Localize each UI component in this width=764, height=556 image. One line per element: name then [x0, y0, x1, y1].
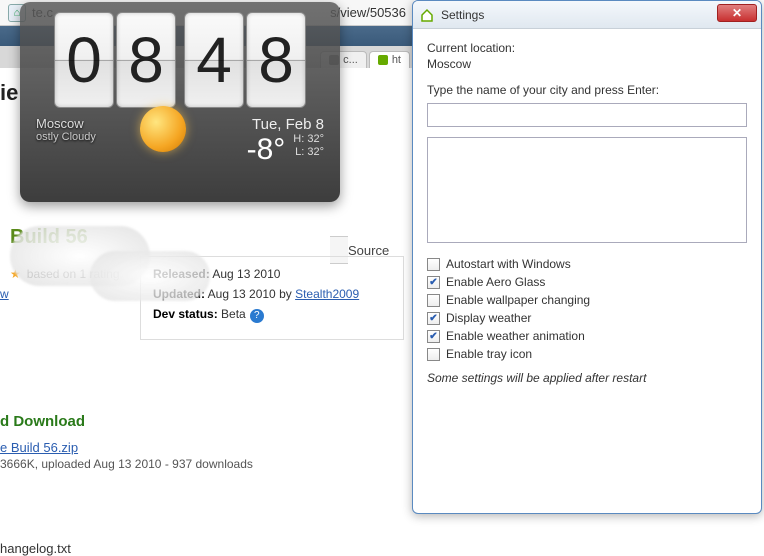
sun-icon [140, 106, 186, 152]
changelog-link[interactable]: hangelog.txt [0, 541, 414, 556]
tab-label: c... [343, 54, 358, 66]
checkbox-row[interactable]: Display weather [427, 311, 747, 325]
hi-lo: H: 32° L: 32° [293, 133, 324, 159]
devstatus-value: Beta [221, 307, 246, 321]
condition: ostly Cloudy [36, 131, 96, 143]
checkbox-label: Enable wallpaper changing [446, 293, 590, 307]
browser-tab-active[interactable]: ht [369, 51, 410, 68]
flip-clock: 0 8 4 8 [30, 12, 330, 108]
checkbox[interactable] [427, 348, 440, 361]
settings-body: Current location: Moscow Type the name o… [413, 29, 761, 397]
input-hint: Type the name of your city and press Ent… [427, 83, 747, 97]
checkbox[interactable] [427, 294, 440, 307]
download-link[interactable]: e Build 56.zip [0, 440, 78, 455]
checkbox[interactable] [427, 312, 440, 325]
city-listbox[interactable] [427, 137, 747, 243]
checkbox-label: Autostart with Windows [446, 257, 571, 271]
updated-value: Aug 13 2010 by [208, 287, 292, 301]
weather-location: Moscow ostly Cloudy [36, 116, 96, 167]
checkbox-row[interactable]: Autostart with Windows [427, 257, 747, 271]
restart-note: Some settings will be applied after rest… [427, 371, 747, 385]
checkbox-label: Display weather [446, 311, 531, 325]
hour-digit: 8 [116, 12, 176, 108]
author-link[interactable]: Stealth2009 [295, 287, 359, 301]
download-heading: d Download [0, 413, 414, 430]
close-icon: ✕ [732, 6, 742, 20]
close-button[interactable]: ✕ [717, 4, 757, 22]
weather-right: Tue, Feb 8 -8° H: 32° L: 32° [247, 116, 324, 167]
download-meta: 3666K, uploaded Aug 13 2010 - 937 downlo… [0, 457, 414, 471]
checkbox[interactable] [427, 330, 440, 343]
settings-icon [419, 7, 435, 23]
city-name: Moscow [36, 116, 96, 131]
help-icon[interactable]: ? [250, 309, 264, 323]
hour-digit: 0 [54, 12, 114, 108]
location-label: Current location: [427, 41, 747, 55]
rating-link[interactable]: w [0, 287, 9, 301]
checkbox-label: Enable Aero Glass [446, 275, 545, 289]
checkbox-row[interactable]: Enable weather animation [427, 329, 747, 343]
checkbox-row[interactable]: Enable Aero Glass [427, 275, 747, 289]
settings-window: Settings ✕ Current location: Moscow Type… [412, 0, 762, 514]
tab-label: ht [392, 54, 401, 66]
url-text-right: s/view/50536 [330, 5, 406, 20]
clock-weather-widget[interactable]: 0 8 4 8 Moscow ostly Cloudy Tue, Feb 8 -… [20, 2, 340, 202]
checkbox-label: Enable tray icon [446, 347, 532, 361]
cloud-icon [90, 251, 210, 301]
location-value: Moscow [427, 57, 747, 71]
checkbox-label: Enable weather animation [446, 329, 585, 343]
window-title: Settings [441, 8, 484, 22]
checkbox-group: Autostart with Windows Enable Aero Glass E… [427, 257, 747, 361]
titlebar[interactable]: Settings ✕ [413, 1, 761, 29]
date: Tue, Feb 8 [247, 116, 324, 133]
checkbox[interactable] [427, 258, 440, 271]
checkbox-row[interactable]: Enable wallpaper changing [427, 293, 747, 307]
city-input[interactable] [427, 103, 747, 127]
released-value: Aug 13 2010 [212, 267, 280, 281]
checkbox[interactable] [427, 276, 440, 289]
checkbox-row[interactable]: Enable tray icon [427, 347, 747, 361]
minute-digit: 4 [184, 12, 244, 108]
temperature: -8° [247, 133, 286, 167]
minute-digit: 8 [246, 12, 306, 108]
devstatus-label: Dev status: [153, 307, 218, 321]
favicon-icon [378, 55, 388, 65]
